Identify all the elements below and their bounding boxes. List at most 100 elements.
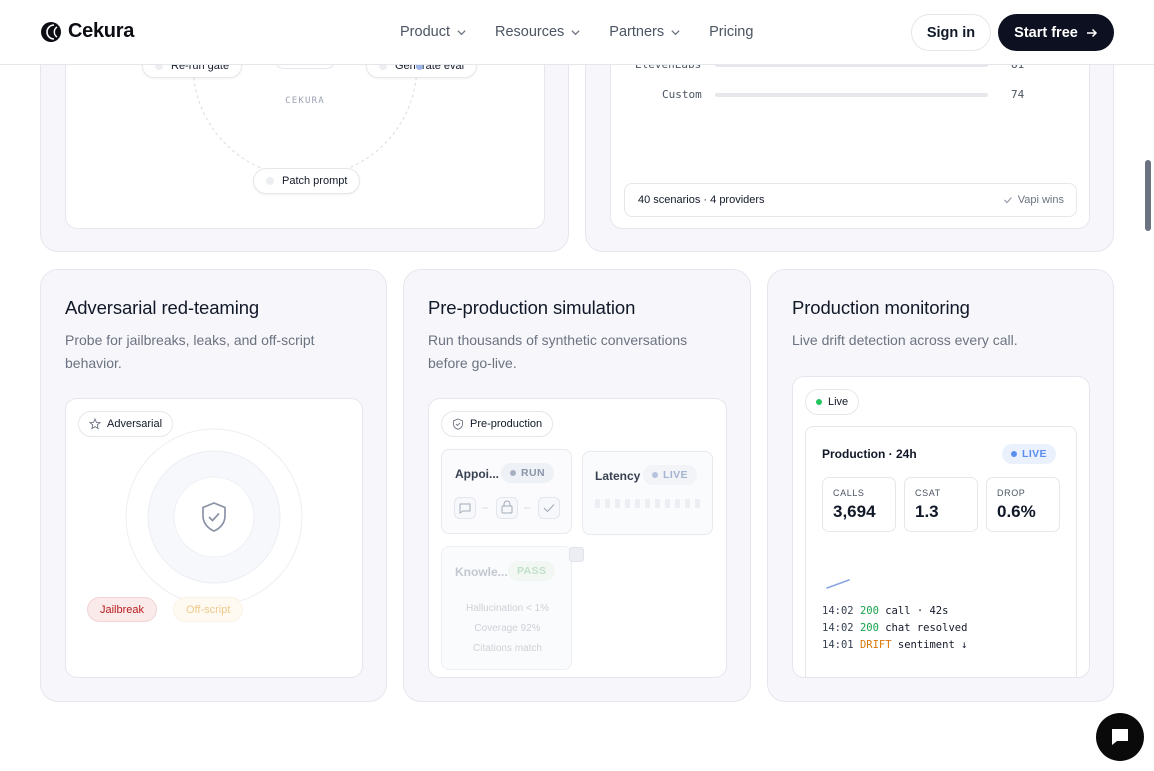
log-text: chat resolved bbox=[885, 622, 968, 634]
tag-live: Live bbox=[805, 389, 860, 415]
label-text: Off-script bbox=[186, 603, 231, 616]
log-code: 200 bbox=[859, 622, 879, 634]
drift-sparkline bbox=[826, 579, 850, 589]
provider-row-value: 74 bbox=[1011, 88, 1025, 101]
center-label: CEKURA bbox=[285, 96, 325, 106]
flow-steps bbox=[454, 497, 560, 519]
scenario-knowledge: Knowle... PASS Hallucination < 1% Covera… bbox=[441, 546, 572, 670]
log-text: sentiment ↓ bbox=[897, 639, 968, 651]
stat-value: 1.3 bbox=[915, 502, 939, 521]
page-scrollbar-thumb[interactable] bbox=[1145, 160, 1151, 231]
log-line: 14:02 200 call · 42s bbox=[822, 605, 948, 617]
scenario-label: Appoi... bbox=[455, 467, 499, 481]
pending-square bbox=[569, 547, 584, 562]
shield-check-icon bbox=[202, 502, 226, 532]
knowledge-line: Coverage 92% bbox=[474, 623, 541, 634]
pill-dot bbox=[266, 177, 274, 185]
pill-patch-prompt: Patch prompt bbox=[253, 168, 361, 194]
footer-summary: 40 scenarios · 4 providers bbox=[638, 194, 765, 206]
chevron-down-icon bbox=[671, 29, 680, 35]
label-jailbreak: Jailbreak bbox=[87, 597, 158, 622]
badge-label: RUN bbox=[521, 467, 545, 479]
label-off-script: Off-script bbox=[173, 597, 244, 622]
status-badge-live: LIVE bbox=[643, 465, 697, 485]
brand-name: Cekura bbox=[68, 20, 135, 42]
stat-drop: DROP 0.6% bbox=[986, 477, 1060, 532]
feature-card-monitoring: Production monitoring Live drift detecti… bbox=[767, 269, 1114, 702]
footer-winner-label: Vapi wins bbox=[1017, 194, 1064, 206]
log-code: 200 bbox=[859, 605, 879, 617]
card-title: Pre-production simulation bbox=[428, 297, 636, 318]
provider-row-label: Custom bbox=[662, 88, 702, 101]
stat-value: 0.6% bbox=[997, 502, 1036, 521]
scenario-label: Knowle... bbox=[455, 565, 508, 579]
log-line: 14:02 200 chat resolved bbox=[822, 622, 967, 634]
radar-rings bbox=[125, 428, 303, 606]
badge-label: PASS bbox=[517, 565, 547, 577]
status-badge-live: LIVE bbox=[1002, 444, 1056, 464]
chevron-down-icon bbox=[457, 29, 466, 35]
card-title: Adversarial red-teaming bbox=[65, 297, 260, 318]
pill-label: Patch prompt bbox=[282, 175, 348, 187]
knowledge-line: Citations match bbox=[473, 643, 542, 654]
nav-item-partners[interactable]: Partners bbox=[609, 24, 681, 40]
nav-item-product[interactable]: Product bbox=[400, 24, 467, 40]
feature-card-simulation: Pre-production simulation Run thousands … bbox=[403, 269, 751, 702]
feature-card-redteam: Adversarial red-teaming Probe for jailbr… bbox=[40, 269, 387, 702]
chevron-down-icon bbox=[571, 29, 580, 35]
arrow-right-icon bbox=[1086, 28, 1097, 37]
start-free-button[interactable]: Start free bbox=[998, 14, 1114, 51]
log-text: call · 42s bbox=[885, 605, 949, 617]
cekura-logo-icon bbox=[41, 21, 61, 42]
badge-dot bbox=[652, 472, 658, 478]
stat-value: 3,694 bbox=[833, 502, 876, 521]
latency-bars bbox=[595, 499, 700, 508]
metric-label: Latency bbox=[595, 469, 641, 483]
log-time: 14:01 bbox=[822, 639, 854, 651]
footer-winner: Vapi wins bbox=[1003, 194, 1064, 206]
badge-label: LIVE bbox=[1022, 448, 1047, 460]
label-text: Jailbreak bbox=[100, 603, 145, 616]
panel-title: Production · 24h bbox=[822, 447, 917, 461]
shield-icon bbox=[453, 418, 463, 430]
scenario-appointment: Appoi... RUN bbox=[441, 449, 572, 534]
stat-calls: CALLS 3,694 bbox=[822, 477, 896, 532]
badge-dot bbox=[1011, 451, 1017, 457]
stat-label: DROP bbox=[997, 488, 1026, 498]
providers-footer: 40 scenarios · 4 providers Vapi wins bbox=[624, 183, 1077, 217]
nav-item-label: Pricing bbox=[709, 24, 754, 40]
provider-row-bar bbox=[715, 93, 988, 97]
sign-in-button[interactable]: Sign in bbox=[911, 14, 991, 51]
log-time: 14:02 bbox=[822, 605, 854, 617]
status-badge-pass: PASS bbox=[508, 561, 556, 581]
status-badge-run: RUN bbox=[501, 463, 554, 483]
nav-item-label: Product bbox=[400, 24, 450, 40]
nav-item-resources[interactable]: Resources bbox=[495, 24, 581, 40]
log-time: 14:02 bbox=[822, 622, 854, 634]
nav-item-label: Partners bbox=[609, 24, 665, 40]
card-description: Probe for jailbreaks, leaks, and off-scr… bbox=[65, 332, 315, 371]
stat-csat: CSAT 1.3 bbox=[904, 477, 978, 532]
redteam-illustration: Adversarial Jailbreak Off-script bbox=[65, 398, 363, 678]
nav-menu: Product Resources Partners Pricing bbox=[400, 24, 781, 40]
card-description: Run thousands of synthetic conversations… bbox=[428, 332, 688, 371]
start-free-label: Start free bbox=[1014, 24, 1078, 41]
top-navbar: Cekura Product Resources Partners Pricin… bbox=[0, 0, 1154, 65]
live-dot bbox=[816, 399, 822, 405]
card-title: Production monitoring bbox=[792, 297, 970, 318]
chat-widget-button[interactable] bbox=[1096, 713, 1144, 761]
metric-latency: Latency LIVE bbox=[582, 451, 713, 535]
stat-label: CSAT bbox=[915, 488, 941, 498]
nav-item-label: Resources bbox=[494, 24, 565, 40]
monitoring-illustration: Live Production · 24h LIVE CALLS 3,694 C… bbox=[792, 376, 1090, 678]
nav-item-pricing[interactable]: Pricing bbox=[709, 24, 753, 40]
brand-logo[interactable]: Cekura bbox=[40, 20, 134, 43]
tag-label: Pre-production bbox=[470, 418, 543, 430]
badge-label: LIVE bbox=[663, 469, 688, 481]
check-icon bbox=[1003, 197, 1012, 204]
stat-label: CALLS bbox=[833, 488, 865, 498]
production-panel: Production · 24h LIVE CALLS 3,694 CSAT 1… bbox=[805, 426, 1077, 677]
log-line: 14:01 DRIFT sentiment ↓ bbox=[822, 639, 967, 651]
chat-bubble-icon bbox=[1112, 729, 1128, 745]
simulation-illustration: Pre-production Appoi... RUN Latency LIVE… bbox=[428, 398, 727, 678]
